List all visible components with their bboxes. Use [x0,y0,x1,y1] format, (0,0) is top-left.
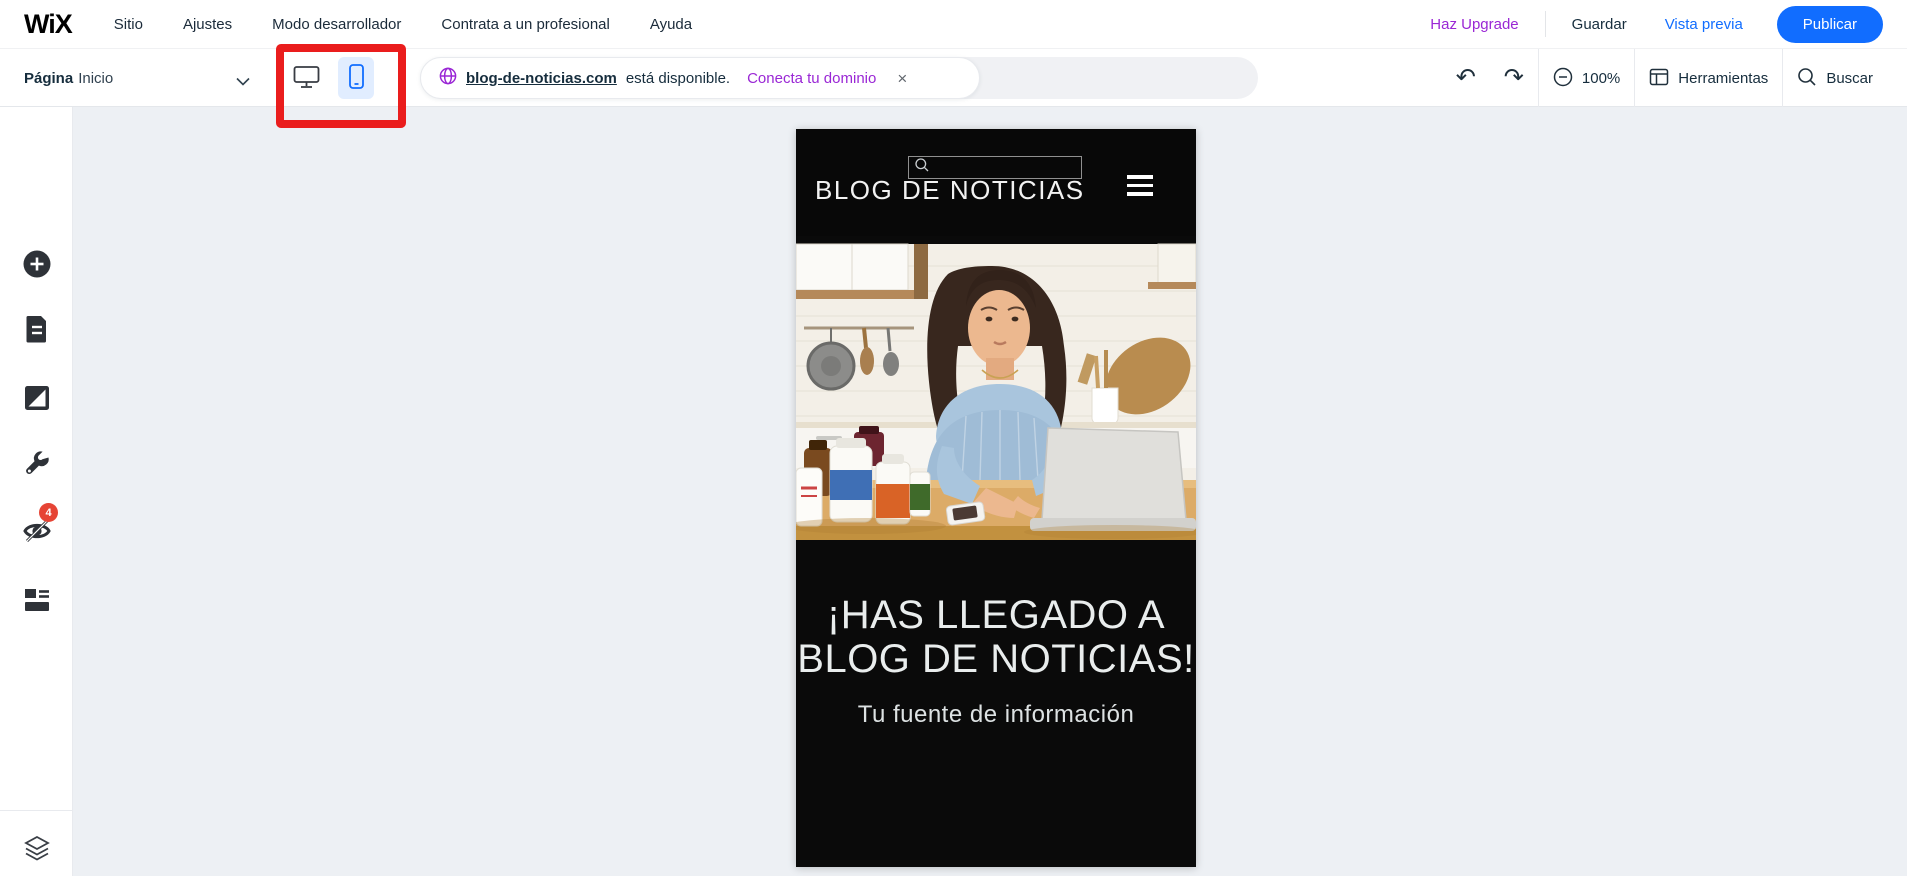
add-element-icon [22,249,52,282]
search-label: Buscar [1826,69,1873,87]
redo-icon: ↷ [1503,64,1524,91]
publish-button[interactable]: Publicar [1776,5,1883,43]
tools-wrench-icon [23,450,51,481]
chevron-down-icon [236,73,250,91]
sidebar-divider [0,810,73,811]
redo-button[interactable]: ↷ [1490,49,1538,107]
domain-status-pill: blog-de-noticias.com está disponible. Co… [420,57,980,99]
hero-subtitle[interactable]: Tu fuente de información [796,701,1196,729]
hero-title-line2: BLOG DE NOTICIAS! [797,637,1195,681]
search-button[interactable]: Buscar [1783,49,1887,107]
menu-item-contrata-profesional[interactable]: Contrata a un profesional [421,16,629,33]
editor-canvas: BLOG DE NOTICIAS ¡HAS LLEGADO A BLOG DE … [73,107,1907,876]
pages-button[interactable] [17,310,57,350]
menu-item-sitio[interactable]: Sitio [94,16,163,33]
search-icon [1797,67,1817,90]
close-icon[interactable]: × [897,70,907,87]
zoom-out-icon [1553,67,1573,90]
topbar-separator [1544,11,1546,37]
tools-panel-icon [1649,67,1669,90]
connect-domain-link[interactable]: Conecta tu dominio [747,70,876,87]
upgrade-button[interactable]: Haz Upgrade [1418,16,1530,33]
menu-item-ayuda[interactable]: Ayuda [630,16,712,33]
wix-logo[interactable]: WiX [24,9,73,40]
top-bar: WiX Sitio Ajustes Modo desarrollador Con… [0,0,1907,49]
desktop-icon [293,65,320,92]
site-header[interactable]: BLOG DE NOTICIAS [796,129,1196,236]
domain-link[interactable]: blog-de-noticias.com [466,70,617,87]
site-search-icon [914,157,930,178]
toolbar-right-controls: ↶ ↷ 100% Herramientas Buscar [1442,49,1887,107]
page-selector-prefix: Página [24,69,74,87]
hero-title[interactable]: ¡HAS LLEGADO A BLOG DE NOTICIAS! [796,593,1196,681]
page-selector-dropdown[interactable]: Página Inicio [24,49,256,107]
undo-icon: ↶ [1455,64,1476,91]
pages-icon [25,315,49,346]
layers-icon [24,835,50,864]
hero-section[interactable]: ¡HAS LLEGADO A BLOG DE NOTICIAS! Tu fuen… [796,540,1196,867]
add-element-button[interactable] [17,245,57,285]
top-actions: Haz Upgrade Guardar Vista previa Publica… [1418,5,1883,43]
domain-status-text: está disponible. [625,69,731,87]
site-title[interactable]: BLOG DE NOTICIAS [815,175,1085,206]
tools-button[interactable]: Herramientas [1635,49,1782,107]
site-search-box[interactable] [908,156,1082,179]
desktop-view-button[interactable] [288,57,324,99]
media-icon [24,385,50,414]
menu-item-modo-desarrollador[interactable]: Modo desarrollador [252,16,421,33]
zoom-control[interactable]: 100% [1539,49,1634,107]
layout-icon [24,588,50,615]
preview-button[interactable]: Vista previa [1653,16,1755,33]
page-selector-value: Inicio [78,69,114,87]
top-menu: Sitio Ajustes Modo desarrollador Contrat… [94,16,712,33]
hamburger-menu-icon[interactable] [1127,175,1153,196]
mobile-preview: BLOG DE NOTICIAS ¡HAS LLEGADO A BLOG DE … [796,129,1196,867]
tools-label: Herramientas [1678,69,1769,87]
hero-title-line1: ¡HAS LLEGADO A [826,593,1166,637]
zoom-level-value: 100% [1581,69,1621,87]
mobile-icon [348,64,364,92]
hidden-elements-count-badge: 4 [39,503,58,522]
menu-item-ajustes[interactable]: Ajustes [163,16,252,33]
editor-toolbar: Página Inicio blog-de-noticias.com está … [0,49,1907,107]
undo-button[interactable]: ↶ [1442,49,1490,107]
layout-button[interactable] [17,581,57,621]
media-button[interactable] [17,379,57,419]
hero-photo[interactable] [796,236,1196,540]
site-tools-button[interactable] [17,445,57,485]
mobile-view-button[interactable] [338,57,374,99]
device-toggle [288,49,374,107]
globe-icon [439,67,457,90]
editor-left-sidebar: 4 [0,107,73,876]
layers-button[interactable] [17,830,57,870]
save-button[interactable]: Guardar [1560,16,1639,33]
domain-bar: blog-de-noticias.com está disponible. Co… [420,57,1258,99]
